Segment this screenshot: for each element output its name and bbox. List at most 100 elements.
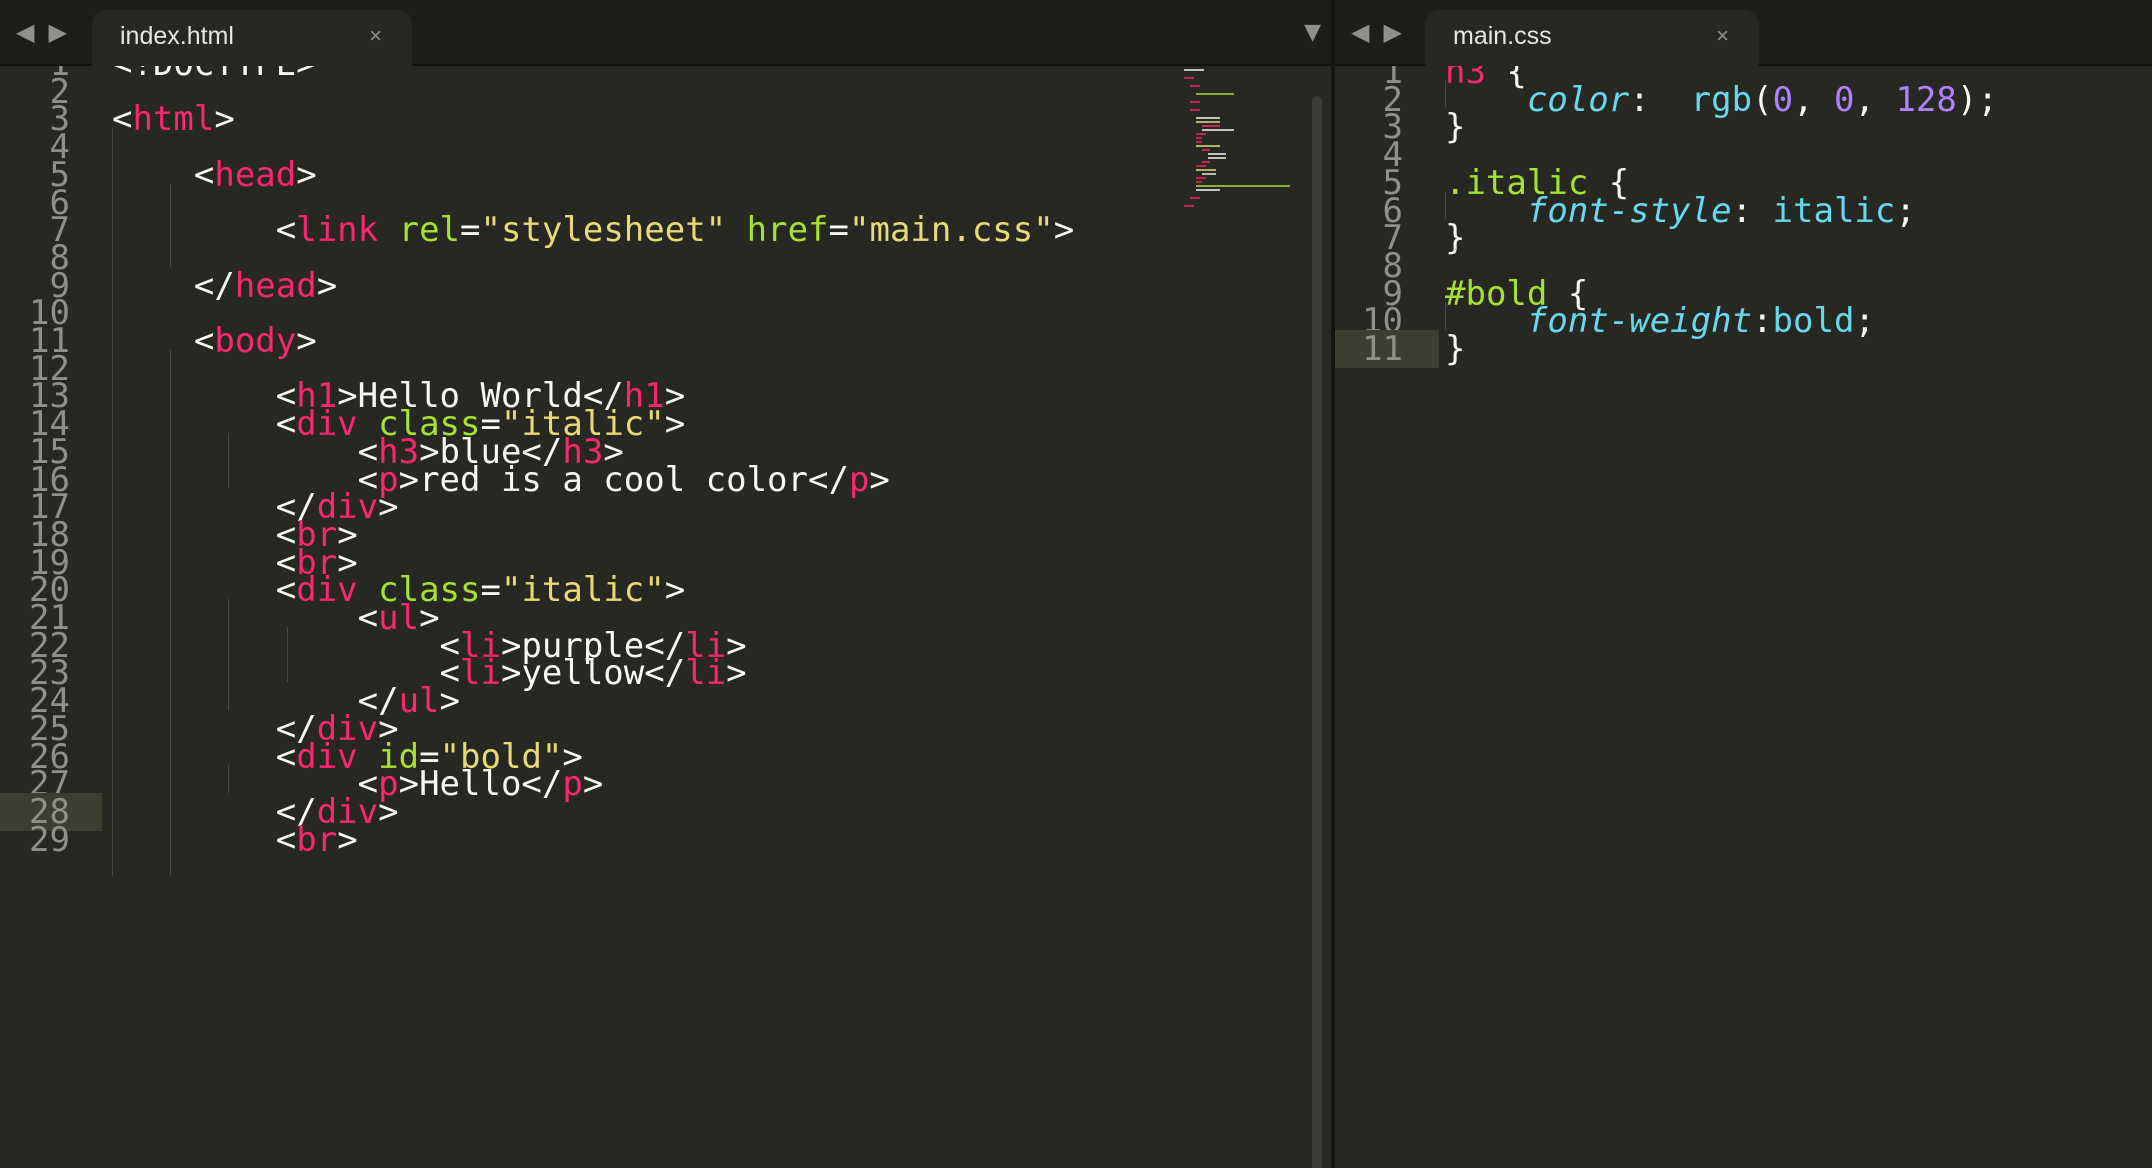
code-token: = — [460, 210, 481, 251]
code-token: : — [1752, 301, 1773, 342]
code-token: < — [112, 154, 215, 195]
vertical-scrollbar[interactable] — [1308, 86, 1326, 1168]
code-line[interactable]: } — [1445, 219, 1465, 257]
code-token: , — [1793, 79, 1835, 120]
code-token: < — [112, 321, 215, 361]
line-number: 29 — [29, 819, 70, 860]
minimap[interactable] — [1180, 66, 1300, 226]
line-number: 11 — [1362, 329, 1403, 369]
code-token: > — [214, 99, 235, 140]
indent-guide — [112, 128, 113, 876]
code-token: li — [685, 653, 727, 694]
right-tab-bar: ◀ ▶ main.css × — [1335, 0, 2152, 66]
code-token: > — [1053, 210, 1075, 251]
code-token: <!DOCTYPE> — [112, 66, 317, 84]
code-token: , — [1854, 79, 1896, 120]
code-line[interactable]: <br> — [112, 821, 358, 859]
code-line[interactable]: } — [1445, 330, 1465, 368]
code-token: rgb — [1690, 79, 1753, 120]
code-token: italic — [1772, 190, 1896, 231]
code-token: p — [848, 459, 870, 500]
code-token: rel — [398, 210, 461, 251]
line-number-gutter: 1234567891011121314151617181920212223242… — [0, 66, 102, 1168]
tab-main-css[interactable]: main.css × — [1425, 10, 1759, 66]
code-area[interactable]: h3 { color: rgb(0, 0, 128);} .italic { fo… — [1445, 66, 2152, 1168]
code-token: bold — [1772, 301, 1855, 342]
indent-guide — [228, 765, 230, 793]
code-token: 0 — [1772, 79, 1794, 120]
code-token: } — [1445, 329, 1466, 369]
code-token: ul — [398, 681, 440, 722]
code-token: > — [296, 154, 317, 195]
tab-title: index.html — [120, 22, 234, 50]
code-token: > — [664, 404, 686, 445]
code-token: > — [869, 459, 890, 500]
code-token: > — [726, 653, 747, 694]
code-line[interactable]: <body> — [112, 322, 317, 360]
nav-forward-icon[interactable]: ▶ — [1383, 18, 1401, 46]
indent-guide — [228, 432, 230, 489]
code-line[interactable]: <head> — [112, 156, 317, 194]
code-token: } — [1445, 218, 1466, 259]
css-editor-pane[interactable]: 1 2 3 4 5 6 7 8 9 10 11 h3 { color: rgb(0, 0, 128)… — [1335, 66, 2152, 1168]
close-tab-icon[interactable]: × — [1716, 10, 1729, 62]
code-token: "italic" — [500, 570, 665, 611]
nav-forward-icon[interactable]: ▶ — [48, 18, 66, 46]
indent-guide — [1445, 302, 1446, 330]
indent-guide — [1445, 80, 1446, 109]
code-token: li — [460, 653, 501, 694]
indent-guide — [170, 183, 172, 267]
code-token: > — [337, 819, 358, 860]
code-token: 128 — [1895, 79, 1957, 120]
tab-overflow-icon[interactable]: ▼ — [1304, 20, 1321, 45]
code-token: >Hello</ — [398, 764, 563, 805]
code-token: : — [1731, 190, 1773, 231]
code-token: color — [1526, 79, 1630, 120]
code-token: href — [746, 210, 829, 251]
code-token: "stylesheet" — [480, 210, 727, 251]
code-line[interactable]: <link rel="stylesheet" href="main.css"> — [112, 211, 1074, 249]
code-line[interactable]: color: rgb(0, 0, 128); — [1445, 81, 1998, 119]
indent-guide — [286, 626, 288, 683]
indent-guide — [170, 349, 172, 876]
code-token: > — [664, 570, 686, 611]
code-token: < — [112, 819, 297, 860]
nav-back-icon[interactable]: ◀ — [1351, 18, 1369, 46]
code-line[interactable]: <!DOCTYPE> — [112, 66, 317, 83]
left-tab-bar: ◀ ▶ index.html × ▼ — [0, 0, 1331, 66]
left-nav-arrows: ◀ ▶ — [16, 18, 67, 46]
code-area[interactable]: <!DOCTYPE><html> <head> <link rel="style… — [112, 66, 1331, 1168]
code-token: p — [562, 764, 583, 805]
tab-title: main.css — [1453, 22, 1552, 50]
code-token: </ — [112, 265, 235, 306]
indent-guide — [1445, 191, 1446, 220]
code-line[interactable]: </head> — [112, 267, 337, 305]
code-line[interactable]: } — [1445, 108, 1465, 146]
scrollbar-thumb[interactable] — [1312, 96, 1322, 1168]
code-token: ( — [1752, 79, 1773, 120]
code-token: 0 — [1834, 79, 1855, 120]
nav-back-icon[interactable]: ◀ — [16, 18, 34, 46]
code-token: < — [112, 210, 297, 251]
html-editor-pane[interactable]: 1234567891011121314151617181920212223242… — [0, 66, 1331, 1168]
code-token: br — [296, 819, 338, 860]
code-token: >yellow</ — [500, 653, 686, 694]
code-token: font-style — [1526, 190, 1732, 231]
indent-guide — [228, 599, 230, 710]
code-token: head — [214, 154, 297, 195]
code-line[interactable]: <html> — [112, 100, 235, 138]
code-line[interactable]: font-style: italic; — [1445, 192, 1916, 230]
code-token: font-weight — [1526, 301, 1753, 342]
code-line[interactable]: font-weight:bold; — [1445, 302, 1875, 340]
code-token: : — [1629, 79, 1691, 120]
code-token: > — [378, 487, 399, 528]
code-token: ; — [1854, 301, 1875, 342]
code-token: body — [214, 321, 297, 361]
right-nav-arrows: ◀ ▶ — [1351, 18, 1402, 46]
code-token: ); — [1956, 79, 1998, 120]
code-token: link — [296, 210, 379, 251]
close-tab-icon[interactable]: × — [369, 10, 382, 62]
tab-index-html[interactable]: index.html × — [92, 10, 412, 66]
